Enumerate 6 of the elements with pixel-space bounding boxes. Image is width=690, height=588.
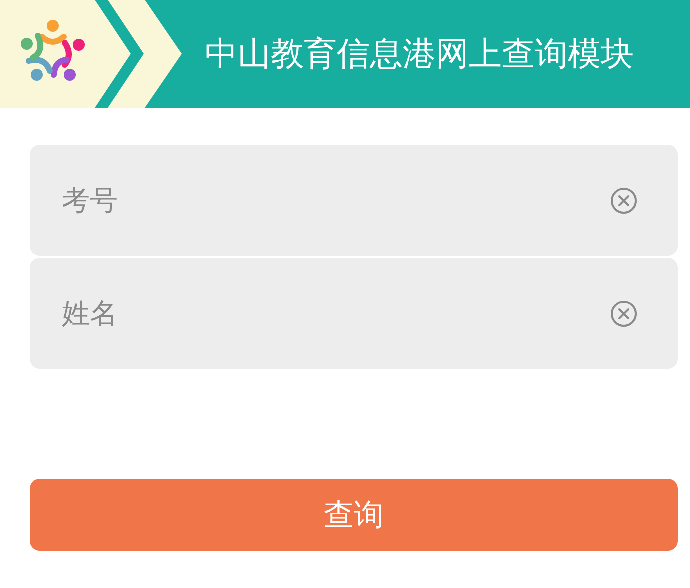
input-field[interactable]: 考号 xyxy=(30,145,678,256)
page-title: 中山教育信息港网上查询模块 xyxy=(205,32,634,74)
input-field[interactable]: 姓名 xyxy=(30,258,678,369)
clear-icon[interactable] xyxy=(610,187,638,215)
query-button[interactable]: 查询 xyxy=(30,479,678,551)
clear-icon[interactable] xyxy=(610,300,638,328)
